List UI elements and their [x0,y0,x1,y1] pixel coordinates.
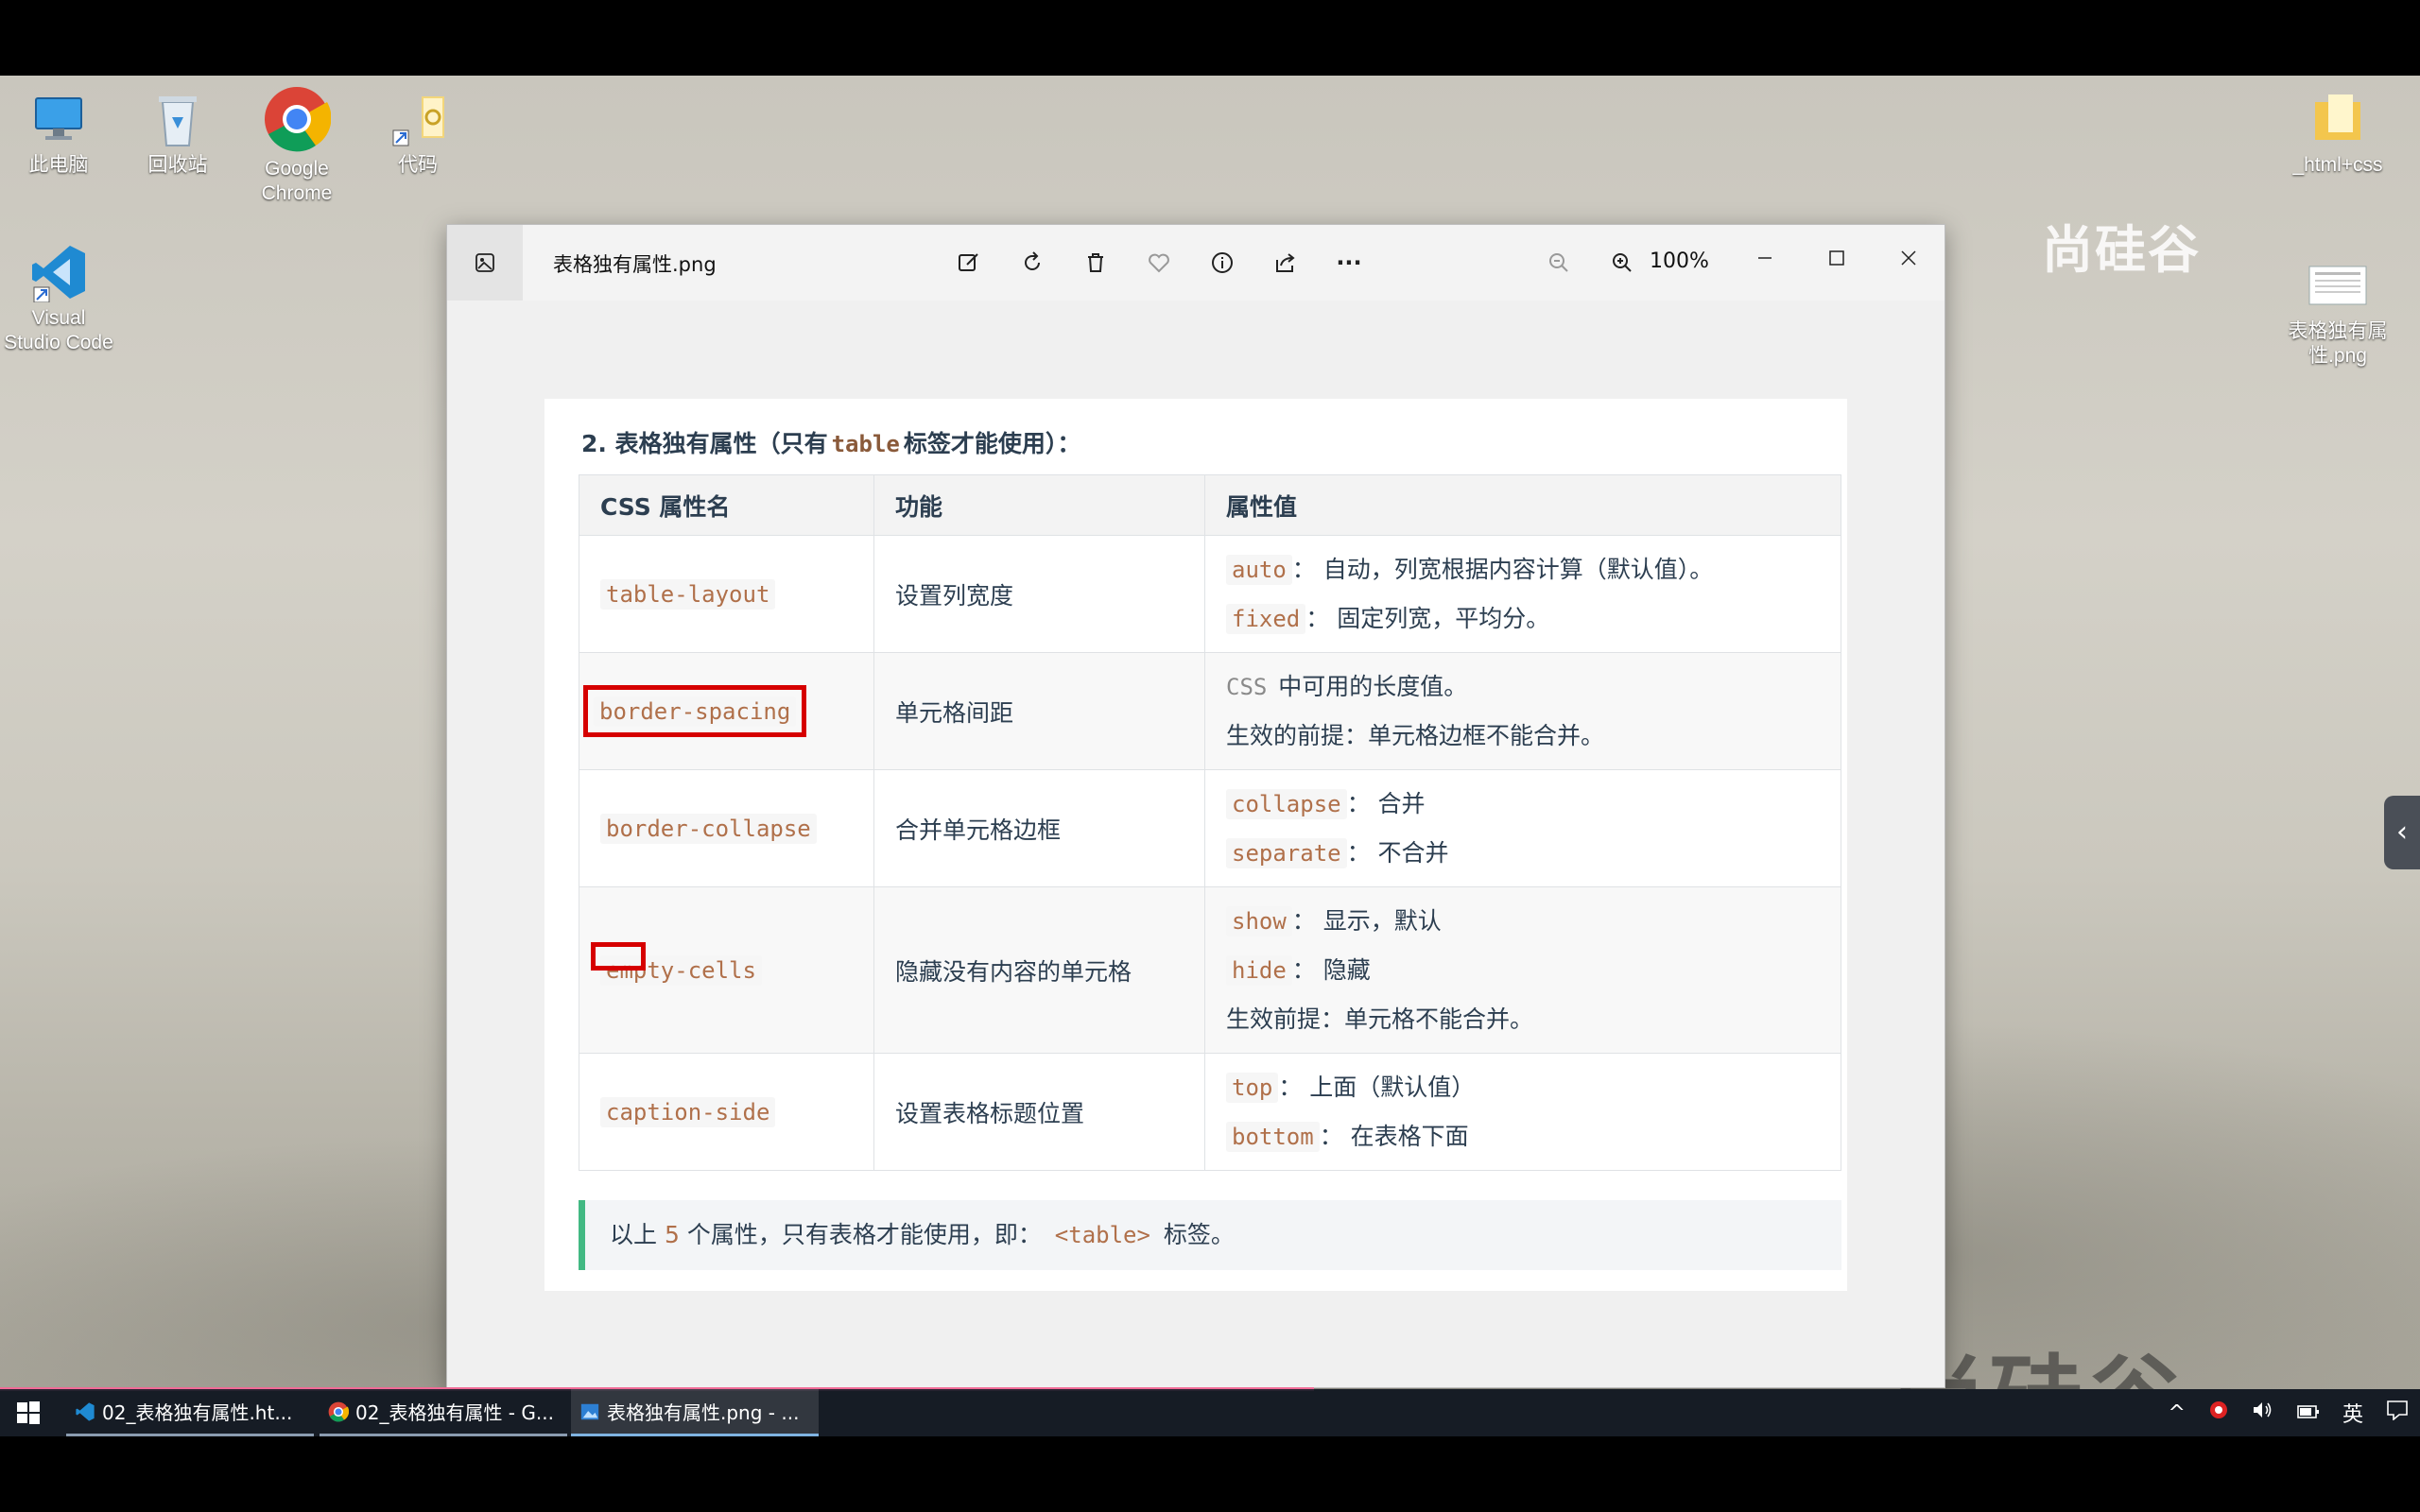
column-header: CSS 属性名 [579,474,874,536]
photos-app-icon [447,225,523,301]
desktop-icon-chrome[interactable]: Google Chrome [240,85,354,206]
table-row: caption-side 设置表格标题位置 top： 上面（默认值） botto… [579,1053,1841,1171]
taskbar-item-vscode[interactable]: 02_表格独有属性.ht... [66,1389,314,1436]
volume-icon[interactable] [2252,1400,2274,1426]
function-cell: 合并单元格边框 [873,769,1205,887]
table-header-row: CSS 属性名 功能 属性值 [579,474,1841,536]
vscode-icon [28,242,89,303]
desktop-icon-png-file[interactable]: 表格独有属性.png [2278,255,2397,369]
property-name-cell: border-spacing [579,652,874,770]
property-name-cell: caption-side [579,1053,874,1171]
function-cell: 设置列宽度 [873,535,1205,653]
chrome-icon [263,85,332,153]
desktop-icon-html-css-folder[interactable]: _html+css [2278,89,2397,178]
photo-viewer-window: 表格独有属性.png ··· 100% 2. 表格独有属性（只有 table 标… [446,224,1945,1388]
heading-code: table [831,431,900,457]
photos-icon [579,1400,601,1423]
file-name: 表格独有属性.png [553,253,717,276]
tip-note: 以上 5 个属性，只有表格才能使用，即： <table> 标签。 [579,1200,1841,1270]
red-highlight-box [591,942,646,971]
video-controls-bar [0,1436,2420,1512]
displayed-image: 2. 表格独有属性（只有 table 标签才能使用）： CSS 属性名 功能 属性值… [544,399,1847,1291]
values-cell: CSS 中可用的长度值。 生效的前提：单元格边框不能合并。 [1204,652,1841,770]
recycle-bin-icon [147,89,208,149]
table-row: border-spacing 单元格间距 CSS 中可用的长度值。 生效的前提：… [579,652,1841,770]
system-tray: ^ 英 [2157,1389,2420,1436]
values-cell: top： 上面（默认值） bottom： 在表格下面 [1204,1053,1841,1171]
desktop-icon-vscode[interactable]: Visual Studio Code [2,242,115,355]
minimize-button[interactable] [1737,234,1793,282]
video-top-bar [0,0,2420,76]
watermark-top: 尚硅谷 [2042,220,2201,280]
table-row: table-layout 设置列宽度 auto： 自动，列宽根据内容计算（默认值… [579,535,1841,653]
maximize-button[interactable] [1808,234,1865,282]
close-button[interactable] [1880,234,1937,282]
zoom-out-icon[interactable] [1538,242,1580,284]
chevron-up-icon[interactable]: ^ [2169,1401,2186,1425]
side-panel-chevron-icon[interactable]: ‹ [2384,796,2420,869]
desktop-icon-this-pc[interactable]: 此电脑 [2,89,115,178]
values-cell: auto： 自动，列宽根据内容计算（默认值）。 fixed： 固定列宽，平均分。 [1204,535,1841,653]
property-name-cell: empty-cells [579,886,874,1054]
property-name-cell: table-layout [579,535,874,653]
rotate-icon[interactable] [1011,242,1053,284]
taskbar: 02_表格独有属性.ht... 02_表格独有属性 - G... 表格独有属性.… [0,1389,2420,1436]
table-row: border-collapse 合并单元格边框 collapse： 合并 sep… [579,769,1841,887]
function-cell: 单元格间距 [873,652,1205,770]
battery-icon[interactable] [2297,1401,2320,1425]
title-bar: 表格独有属性.png ··· 100% [447,225,1945,301]
folder-icon [2308,89,2368,149]
section-heading: 2. 表格独有属性（只有 table 标签才能使用）： [581,430,1081,457]
windows-start-icon[interactable] [0,1389,57,1436]
function-cell: 设置表格标题位置 [873,1053,1205,1171]
image-file-icon [2308,255,2368,316]
table-row: empty-cells 隐藏没有内容的单元格 show： 显示，默认 hide：… [579,886,1841,1054]
delete-icon[interactable] [1075,242,1116,284]
properties-table: CSS 属性名 功能 属性值 table-layout 设置列宽度 auto： … [579,474,1841,1171]
taskbar-item-chrome[interactable]: 02_表格独有属性 - G... [320,1389,567,1436]
values-cell: collapse： 合并 separate： 不合并 [1204,769,1841,887]
zoom-in-icon[interactable] [1601,242,1643,284]
desktop: 此电脑 回收站 Google Chrome 代码 Visual Studio C… [0,76,2420,1389]
vscode-icon [74,1400,96,1423]
app-tray-icon[interactable] [2208,1400,2229,1426]
computer-icon [28,89,89,149]
desktop-icon-recycle-bin[interactable]: 回收站 [121,89,234,178]
share-icon[interactable] [1265,242,1306,284]
desktop-icon-code-folder[interactable]: 代码 [361,89,475,178]
ime-indicator[interactable]: 英 [2342,1398,2363,1428]
favorite-icon[interactable] [1138,242,1180,284]
notification-icon[interactable] [2386,1400,2409,1426]
more-icon[interactable]: ··· [1328,242,1370,284]
function-cell: 隐藏没有内容的单元格 [873,886,1205,1054]
taskbar-item-photos[interactable]: 表格独有属性.png - ... [571,1389,819,1436]
edit-image-icon[interactable] [948,242,990,284]
folder-shortcut-icon [388,89,448,149]
info-icon[interactable] [1201,242,1243,284]
column-header: 功能 [873,474,1205,536]
property-name-cell: border-collapse [579,769,874,887]
red-highlight-box: border-spacing [583,685,807,737]
values-cell: show： 显示，默认 hide： 隐藏 生效前提：单元格不能合并。 [1204,886,1841,1054]
column-header: 属性值 [1204,474,1841,536]
chrome-icon [327,1400,350,1423]
zoom-level[interactable]: 100% [1650,249,1709,273]
